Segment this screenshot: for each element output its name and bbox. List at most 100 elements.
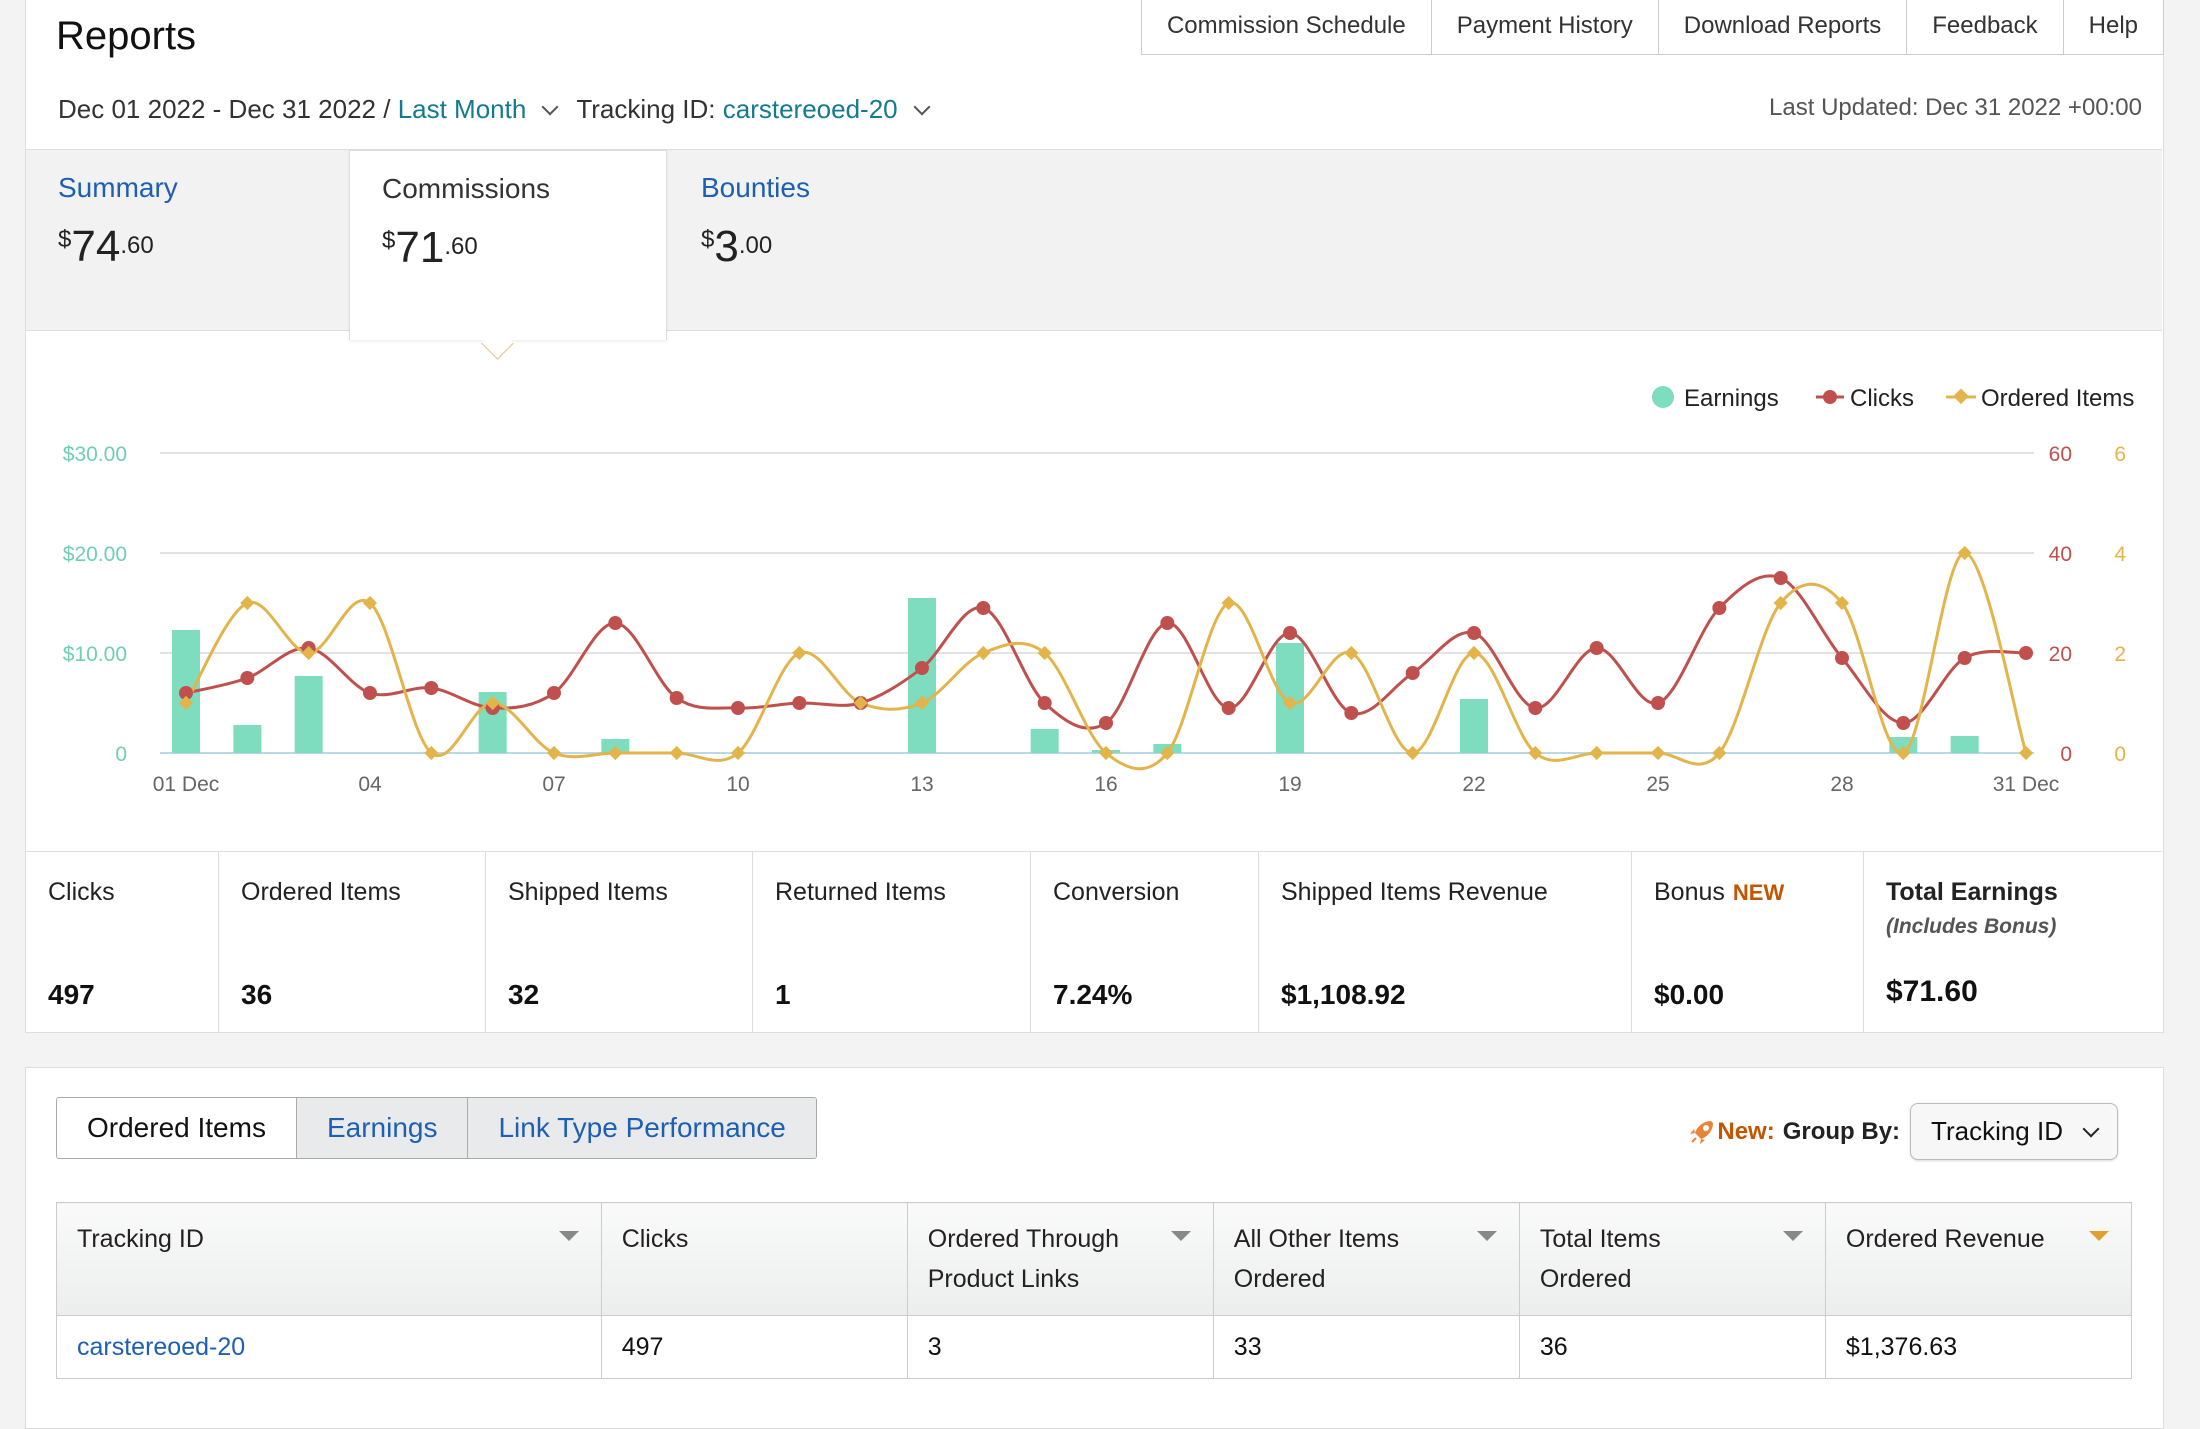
nav-payment-history[interactable]: Payment History <box>1430 0 1658 54</box>
stat-bonus: Bonus NEW $0.00 <box>1632 852 1864 1033</box>
nav-help[interactable]: Help <box>2062 0 2163 54</box>
col-clicks[interactable]: Clicks <box>600 1202 908 1316</box>
x-tick: 04 <box>358 773 382 796</box>
earnings-bar <box>1950 736 1979 753</box>
commissions-amount: $ 71 .60 <box>382 223 666 273</box>
stat-total-earnings: Total Earnings (Includes Bonus) $71.60 <box>1864 852 2162 1033</box>
col-all-other-items[interactable]: All Other Items Ordered <box>1212 1202 1520 1316</box>
clicks-point <box>1344 706 1359 720</box>
header-label-line2: Product Links <box>927 1265 1080 1293</box>
stat-value: 1 <box>775 979 791 1010</box>
legend-ordered-items: Ordered Items <box>1981 385 2134 412</box>
stat-ordered-items: Ordered Items 36 <box>219 852 486 1033</box>
col-ordered-revenue[interactable]: Ordered Revenue <box>1824 1202 2133 1316</box>
stat-sublabel: (Includes Bonus) <box>1886 915 2057 938</box>
clicks-point <box>1773 571 1788 585</box>
clicks-point <box>1896 716 1911 730</box>
clicks-point <box>1099 716 1113 730</box>
x-tick: 16 <box>1094 773 1117 796</box>
y-tick-items: 0 <box>2114 743 2126 766</box>
clicks-point <box>547 686 561 700</box>
stat-value: $0.00 <box>1654 979 1725 1010</box>
group-by-value: Tracking ID <box>1931 1116 2063 1146</box>
chart-legend: Earnings Clicks Ordered Items <box>1652 385 2134 412</box>
clicks-point <box>363 686 377 700</box>
col-total-items[interactable]: Total Items Ordered <box>1518 1202 1826 1316</box>
x-tick: 25 <box>1646 773 1669 796</box>
tab-commissions[interactable]: Commissions $ 71 .60 <box>349 150 667 340</box>
clicks-point <box>1589 641 1604 655</box>
clicks-point <box>976 601 991 615</box>
col-ordered-through-links[interactable]: Ordered Through Product Links <box>906 1202 1214 1316</box>
report-nav: Commission Schedule Payment History Down… <box>1140 0 2164 55</box>
stat-label: Ordered Items <box>241 878 401 906</box>
clicks-point <box>424 681 439 695</box>
y-tick-earnings: $20.00 <box>63 543 127 566</box>
table-header-row: Tracking ID Clicks Ordered Through Produc… <box>56 1202 2133 1316</box>
header-label: Ordered Through <box>927 1225 1120 1253</box>
earnings-bars <box>172 598 1979 753</box>
tracking-id-link[interactable]: carstereoed-20 <box>56 1315 602 1379</box>
page-title: Reports <box>56 14 197 58</box>
tab-summary[interactable]: Summary $ 74 .60 <box>26 150 349 330</box>
col-tracking-id[interactable]: Tracking ID <box>56 1202 602 1316</box>
ordered-items-point <box>546 745 562 761</box>
tracking-id-dropdown[interactable]: carstereoed-20 <box>723 94 898 125</box>
sort-icon[interactable] <box>1476 1231 1497 1241</box>
new-label: New: <box>1717 1117 1775 1145</box>
y-tick-clicks: 20 <box>2049 643 2072 666</box>
sort-icon[interactable] <box>1782 1231 1803 1241</box>
chart-grid <box>160 452 2034 754</box>
chevron-down-icon[interactable] <box>913 98 931 115</box>
legend-clicks: Clicks <box>1850 385 1914 412</box>
x-tick: 10 <box>726 773 749 796</box>
bonus-label: Bonus <box>1654 878 1725 906</box>
x-axis: 01 Dec 04 07 10 13 16 19 22 25 28 31 Dec <box>153 773 2060 796</box>
ordered-items-line <box>184 551 2028 771</box>
nav-feedback[interactable]: Feedback <box>1906 0 2062 54</box>
cell-ordered-revenue: $1,376.63 <box>1824 1315 2133 1379</box>
cell-total-items: 36 <box>1518 1315 1826 1379</box>
clicks-point <box>915 661 929 675</box>
commissions-tab-label: Commissions <box>382 173 551 204</box>
stat-shipped-revenue: Shipped Items Revenue $1,108.92 <box>1259 852 1632 1033</box>
tab-link-type-performance[interactable]: Link Type Performance <box>467 1098 816 1158</box>
header-label-line2: Ordered <box>1539 1265 1632 1293</box>
stat-value: $71.60 <box>1886 975 1978 1008</box>
table-row: carstereoed-20 497 3 33 36 $1,376.63 <box>56 1315 2133 1379</box>
report-subtabs: Ordered Items Earnings Link Type Perform… <box>56 1097 817 1159</box>
ordered-items-point <box>1650 745 1666 761</box>
tab-ordered-items[interactable]: Ordered Items <box>57 1098 296 1158</box>
tab-earnings[interactable]: Earnings <box>295 1098 468 1158</box>
clicks-point <box>1405 666 1420 680</box>
currency-symbol: $ <box>382 227 396 254</box>
y-tick-items: 2 <box>2114 643 2126 666</box>
y-tick-items: 6 <box>2114 443 2126 466</box>
last-updated-text: Last Updated: Dec 31 2022 +00:00 <box>1769 94 2142 121</box>
sort-icon[interactable] <box>558 1231 579 1241</box>
nav-download-reports[interactable]: Download Reports <box>1657 0 1906 54</box>
series-lines <box>178 545 2034 771</box>
summary-strip: Summary $ 74 .60 Commissions $ 71 .60 Bo… <box>26 149 2162 340</box>
nav-commission-schedule[interactable]: Commission Schedule <box>1142 0 1431 54</box>
earnings-bar <box>294 676 323 753</box>
date-preset-dropdown[interactable]: Last Month <box>398 94 527 125</box>
legend-items-marker <box>1953 388 1969 405</box>
stat-label: Shipped Items Revenue <box>1281 878 1548 906</box>
group-by-select[interactable]: Tracking ID <box>1910 1103 2118 1160</box>
sort-icon[interactable] <box>1170 1231 1191 1241</box>
stat-label: Conversion <box>1053 878 1180 906</box>
sort-icon[interactable] <box>2089 1231 2109 1241</box>
earnings-bar <box>1030 729 1059 753</box>
clicks-point <box>1283 626 1297 640</box>
clicks-point <box>2019 646 2033 660</box>
clicks-point <box>1160 616 1175 630</box>
ordered-items-point <box>976 645 991 661</box>
clicks-point <box>669 691 684 705</box>
amount-cents: .60 <box>444 233 478 260</box>
tab-bounties[interactable]: Bounties $ 3 .00 <box>669 150 989 330</box>
x-tick: 19 <box>1278 773 1301 796</box>
chevron-down-icon[interactable] <box>541 98 559 115</box>
stats-row: Clicks 497 Ordered Items 36 Shipped Item… <box>26 851 2162 1033</box>
clicks-point <box>608 616 623 630</box>
